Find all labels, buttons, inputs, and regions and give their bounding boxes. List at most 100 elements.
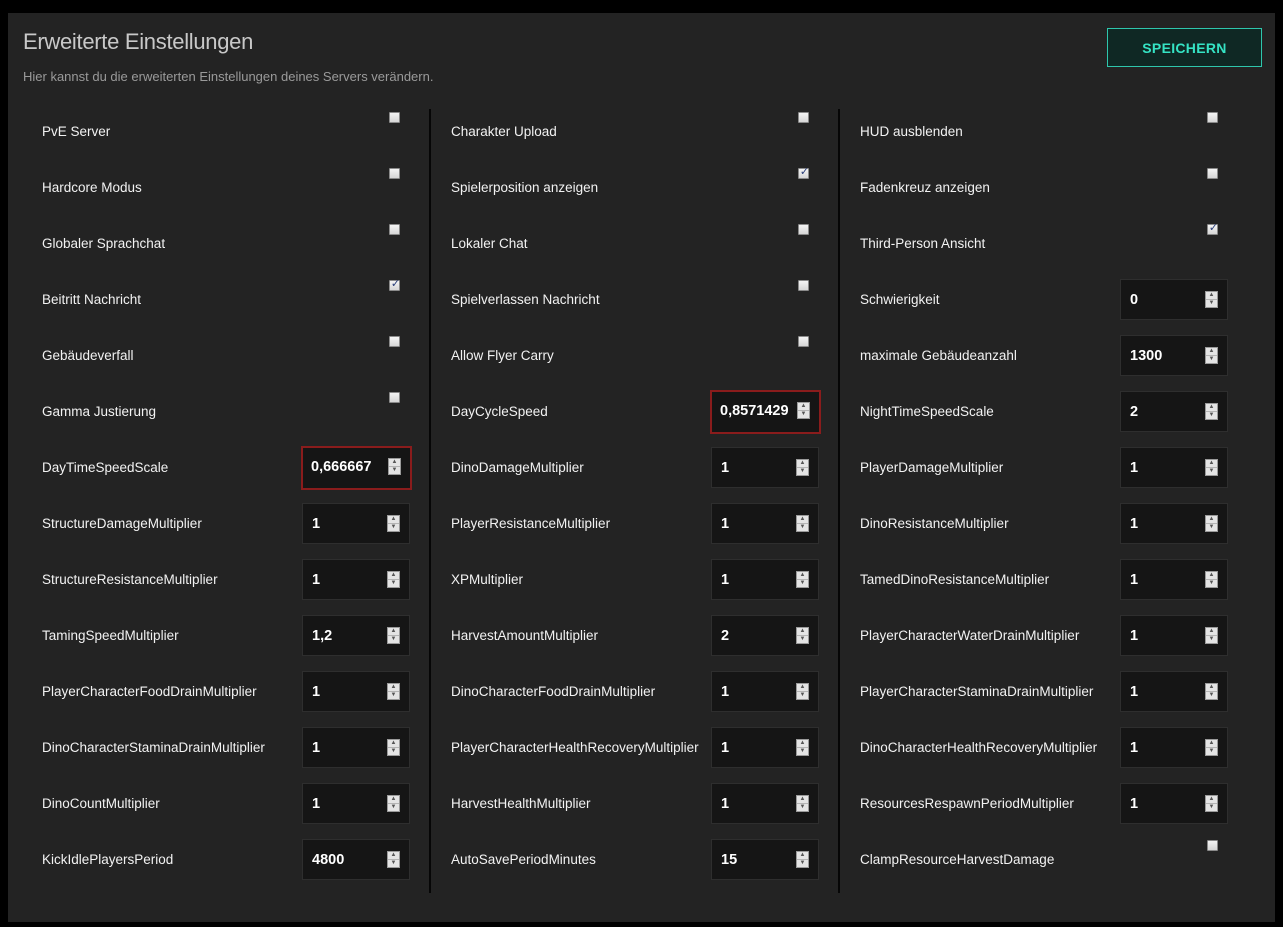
increment-arrow-icon[interactable]: ▲ xyxy=(388,684,399,692)
increment-arrow-icon[interactable]: ▲ xyxy=(1206,684,1217,692)
decrement-arrow-icon[interactable]: ▼ xyxy=(797,580,808,587)
increment-arrow-icon[interactable]: ▲ xyxy=(797,516,808,524)
globaler-sprachchat-checkbox[interactable] xyxy=(389,224,400,235)
decrement-arrow-icon[interactable]: ▼ xyxy=(1206,300,1217,307)
spinner-buttons: ▲ ▼ xyxy=(387,627,400,644)
decrement-arrow-icon[interactable]: ▼ xyxy=(797,636,808,643)
dinocharacterhealthrecoverymultiplier-number-input[interactable]: 1 ▲ ▼ xyxy=(1120,727,1228,768)
save-button[interactable]: SPEICHERN xyxy=(1107,28,1262,67)
fadenkreuz-anzeigen-checkbox[interactable] xyxy=(1207,168,1218,179)
playercharacterhealthrecoverymultiplier-number-input[interactable]: 1 ▲ ▼ xyxy=(711,727,819,768)
increment-arrow-icon[interactable]: ▲ xyxy=(797,796,808,804)
tamingspeedmultiplier-number-input[interactable]: 1,2 ▲ ▼ xyxy=(302,615,410,656)
harvesthealthmultiplier-number-input[interactable]: 1 ▲ ▼ xyxy=(711,783,819,824)
increment-arrow-icon[interactable]: ▲ xyxy=(1206,572,1217,580)
increment-arrow-icon[interactable]: ▲ xyxy=(798,403,809,411)
dinocountmultiplier-number-input[interactable]: 1 ▲ ▼ xyxy=(302,783,410,824)
setting-label: StructureDamageMultiplier xyxy=(42,516,202,531)
playercharacterfooddrainmultiplier-number-input[interactable]: 1 ▲ ▼ xyxy=(302,671,410,712)
increment-arrow-icon[interactable]: ▲ xyxy=(797,852,808,860)
increment-arrow-icon[interactable]: ▲ xyxy=(389,459,400,467)
decrement-arrow-icon[interactable]: ▼ xyxy=(388,860,399,867)
decrement-arrow-icon[interactable]: ▼ xyxy=(797,692,808,699)
increment-arrow-icon[interactable]: ▲ xyxy=(388,740,399,748)
playerresistancemultiplier-number-input[interactable]: 1 ▲ ▼ xyxy=(711,503,819,544)
playercharacterwaterdrainmultiplier-number-input[interactable]: 1 ▲ ▼ xyxy=(1120,615,1228,656)
increment-arrow-icon[interactable]: ▲ xyxy=(1206,404,1217,412)
decrement-arrow-icon[interactable]: ▼ xyxy=(1206,356,1217,363)
increment-arrow-icon[interactable]: ▲ xyxy=(1206,348,1217,356)
decrement-arrow-icon[interactable]: ▼ xyxy=(797,468,808,475)
xpmultiplier-number-input[interactable]: 1 ▲ ▼ xyxy=(711,559,819,600)
decrement-arrow-icon[interactable]: ▼ xyxy=(1206,692,1217,699)
decrement-arrow-icon[interactable]: ▼ xyxy=(1206,524,1217,531)
tameddinoresistancemultiplier-number-input[interactable]: 1 ▲ ▼ xyxy=(1120,559,1228,600)
increment-arrow-icon[interactable]: ▲ xyxy=(1206,740,1217,748)
increment-arrow-icon[interactable]: ▲ xyxy=(797,740,808,748)
decrement-arrow-icon[interactable]: ▼ xyxy=(388,692,399,699)
playerdamagemultiplier-number-input[interactable]: 1 ▲ ▼ xyxy=(1120,447,1228,488)
decrement-arrow-icon[interactable]: ▼ xyxy=(1206,580,1217,587)
clampresourceharvestdamage-checkbox[interactable] xyxy=(1207,840,1218,851)
gebaeudeverfall-checkbox[interactable] xyxy=(389,336,400,347)
increment-arrow-icon[interactable]: ▲ xyxy=(388,852,399,860)
decrement-arrow-icon[interactable]: ▼ xyxy=(388,524,399,531)
hud-ausblenden-checkbox[interactable] xyxy=(1207,112,1218,123)
third-person-ansicht-checkbox[interactable]: ✓ xyxy=(1207,222,1218,235)
decrement-arrow-icon[interactable]: ▼ xyxy=(797,860,808,867)
gamma-justierung-checkbox[interactable] xyxy=(389,392,400,403)
increment-arrow-icon[interactable]: ▲ xyxy=(388,572,399,580)
spielerposition-anzeigen-checkbox[interactable]: ✓ xyxy=(798,166,809,179)
increment-arrow-icon[interactable]: ▲ xyxy=(388,796,399,804)
kickidleplayersperiod-number-input[interactable]: 4800 ▲ ▼ xyxy=(302,839,410,880)
allow-flyer-carry-checkbox[interactable] xyxy=(798,336,809,347)
resourcesrespawnperiodmultiplier-number-input[interactable]: 1 ▲ ▼ xyxy=(1120,783,1228,824)
increment-arrow-icon[interactable]: ▲ xyxy=(1206,628,1217,636)
increment-arrow-icon[interactable]: ▲ xyxy=(1206,796,1217,804)
decrement-arrow-icon[interactable]: ▼ xyxy=(797,524,808,531)
harvestamountmultiplier-number-input[interactable]: 2 ▲ ▼ xyxy=(711,615,819,656)
increment-arrow-icon[interactable]: ▲ xyxy=(1206,292,1217,300)
decrement-arrow-icon[interactable]: ▼ xyxy=(798,411,809,418)
dinocharacterfooddrainmultiplier-number-input[interactable]: 1 ▲ ▼ xyxy=(711,671,819,712)
beitritt-nachricht-checkbox[interactable]: ✓ xyxy=(389,278,400,291)
decrement-arrow-icon[interactable]: ▼ xyxy=(1206,748,1217,755)
decrement-arrow-icon[interactable]: ▼ xyxy=(388,804,399,811)
daytimespeedscale-number-input[interactable]: 0,666667 ▲ ▼ xyxy=(301,446,412,490)
decrement-arrow-icon[interactable]: ▼ xyxy=(797,804,808,811)
decrement-arrow-icon[interactable]: ▼ xyxy=(797,748,808,755)
increment-arrow-icon[interactable]: ▲ xyxy=(1206,460,1217,468)
dinocharacterstaminadrainmultiplier-number-input[interactable]: 1 ▲ ▼ xyxy=(302,727,410,768)
increment-arrow-icon[interactable]: ▲ xyxy=(797,460,808,468)
structuredamagemultiplier-number-input[interactable]: 1 ▲ ▼ xyxy=(302,503,410,544)
spielverlassen-nachricht-checkbox[interactable] xyxy=(798,280,809,291)
hardcore-modus-checkbox[interactable] xyxy=(389,168,400,179)
structureresistancemultiplier-number-input[interactable]: 1 ▲ ▼ xyxy=(302,559,410,600)
decrement-arrow-icon[interactable]: ▼ xyxy=(388,748,399,755)
decrement-arrow-icon[interactable]: ▼ xyxy=(1206,804,1217,811)
decrement-arrow-icon[interactable]: ▼ xyxy=(388,636,399,643)
spinner-buttons: ▲ ▼ xyxy=(796,627,809,644)
dinodamagemultiplier-number-input[interactable]: 1 ▲ ▼ xyxy=(711,447,819,488)
increment-arrow-icon[interactable]: ▲ xyxy=(1206,516,1217,524)
increment-arrow-icon[interactable]: ▲ xyxy=(388,516,399,524)
increment-arrow-icon[interactable]: ▲ xyxy=(388,628,399,636)
lokaler-chat-checkbox[interactable] xyxy=(798,224,809,235)
decrement-arrow-icon[interactable]: ▼ xyxy=(389,467,400,474)
decrement-arrow-icon[interactable]: ▼ xyxy=(1206,412,1217,419)
schwierigkeit-number-input[interactable]: 0 ▲ ▼ xyxy=(1120,279,1228,320)
pve-server-checkbox[interactable] xyxy=(389,112,400,123)
decrement-arrow-icon[interactable]: ▼ xyxy=(388,580,399,587)
charakter-upload-checkbox[interactable] xyxy=(798,112,809,123)
autosaveperiodminutes-number-input[interactable]: 15 ▲ ▼ xyxy=(711,839,819,880)
increment-arrow-icon[interactable]: ▲ xyxy=(797,628,808,636)
increment-arrow-icon[interactable]: ▲ xyxy=(797,684,808,692)
daycyclespeed-number-input[interactable]: 0,8571429 ▲ ▼ xyxy=(710,390,821,434)
playercharacterstaminadrainmultiplier-number-input[interactable]: 1 ▲ ▼ xyxy=(1120,671,1228,712)
dinoresistancemultiplier-number-input[interactable]: 1 ▲ ▼ xyxy=(1120,503,1228,544)
nighttimespeedscale-number-input[interactable]: 2 ▲ ▼ xyxy=(1120,391,1228,432)
decrement-arrow-icon[interactable]: ▼ xyxy=(1206,468,1217,475)
decrement-arrow-icon[interactable]: ▼ xyxy=(1206,636,1217,643)
maximale-gebaeudeanzahl-number-input[interactable]: 1300 ▲ ▼ xyxy=(1120,335,1228,376)
increment-arrow-icon[interactable]: ▲ xyxy=(797,572,808,580)
